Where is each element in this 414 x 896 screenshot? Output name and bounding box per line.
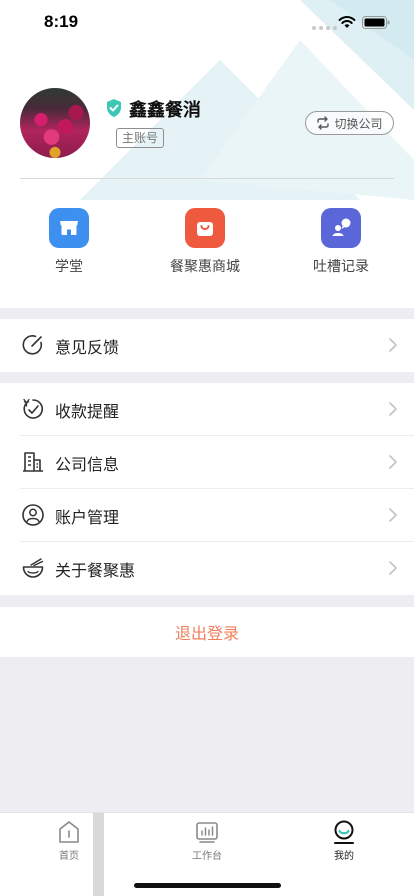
feedback-group: 意见反馈 [0, 319, 414, 372]
shortcut-complaints[interactable]: 吐槽记录 [286, 208, 396, 276]
chat-user-icon [321, 208, 361, 248]
status-bar: 8:19 [0, 0, 414, 46]
tab-label: 工作台 [192, 851, 222, 862]
store-icon [49, 208, 89, 248]
switch-company-button[interactable]: 切换公司 [305, 111, 394, 135]
wifi-icon [338, 16, 356, 28]
building-icon [23, 452, 43, 472]
payment-reminder-icon [23, 398, 44, 419]
shortcut-label: 学堂 [55, 259, 83, 275]
status-time: 8:19 [44, 12, 79, 31]
feedback-icon [22, 335, 43, 355]
menu-item-account-management[interactable]: 账户管理 [0, 489, 414, 542]
chevron-right-icon [389, 561, 397, 575]
chevron-right-icon [389, 455, 397, 469]
user-name: 鑫鑫餐消 [129, 100, 201, 121]
menu-label: 公司信息 [55, 454, 120, 474]
menu-label: 账户管理 [55, 507, 120, 527]
account-type-badge: 主账号 [116, 128, 165, 148]
settings-group: 收款提醒 公司信息 账户管理 关于餐聚惠 [0, 383, 414, 595]
tab-separator [93, 813, 104, 896]
battery-icon [362, 16, 390, 29]
avatar[interactable] [20, 88, 90, 158]
home-icon [59, 821, 79, 843]
shortcut-academy[interactable]: 学堂 [14, 208, 124, 276]
cellular-signal-icon [312, 26, 337, 30]
tab-workbench[interactable]: 工作台 [167, 819, 247, 862]
divider [20, 178, 394, 179]
menu-item-about[interactable]: 关于餐聚惠 [0, 542, 414, 595]
switch-company-label: 切换公司 [334, 116, 383, 131]
verified-shield-icon [107, 99, 121, 117]
dashboard-icon [196, 822, 218, 843]
menu-label: 意见反馈 [55, 337, 120, 357]
menu-label: 收款提醒 [55, 401, 120, 421]
switch-arrows-icon [317, 116, 330, 130]
chevron-right-icon [389, 402, 397, 416]
menu-item-company-info[interactable]: 公司信息 [0, 436, 414, 489]
tab-label: 我的 [334, 851, 354, 862]
shortcut-label: 餐聚惠商城 [170, 259, 240, 275]
user-circle-icon [22, 504, 44, 526]
logout-button[interactable]: 退出登录 [0, 607, 414, 657]
home-indicator [134, 883, 281, 888]
shopping-bag-icon [185, 208, 225, 248]
chevron-right-icon [389, 508, 397, 522]
bowl-icon [22, 558, 44, 578]
shortcut-mall[interactable]: 餐聚惠商城 [150, 208, 260, 276]
profile-icon [334, 820, 354, 844]
tab-label: 首页 [59, 851, 79, 862]
shortcut-label: 吐槽记录 [313, 259, 369, 275]
profile-header: 8:19 鑫鑫餐消 主账号 切换公司 学堂 餐聚惠商城 吐槽记录 [0, 0, 414, 308]
menu-item-feedback[interactable]: 意见反馈 [0, 319, 414, 372]
menu-label: 关于餐聚惠 [55, 560, 136, 580]
tab-profile[interactable]: 我的 [304, 819, 384, 862]
menu-item-payment-reminder[interactable]: 收款提醒 [0, 383, 414, 436]
chevron-right-icon [389, 338, 397, 352]
